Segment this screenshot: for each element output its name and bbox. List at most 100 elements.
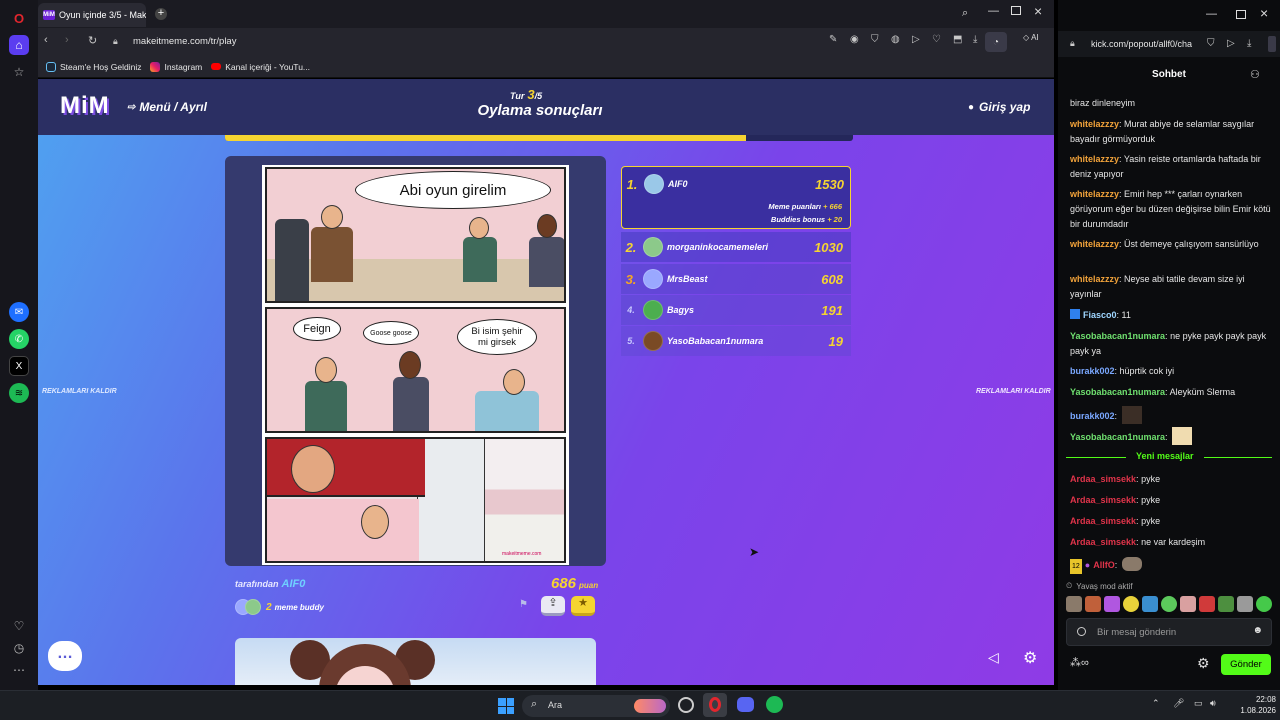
chat-username[interactable]: whitelazzzy — [1070, 119, 1119, 129]
opera-taskbar-button[interactable] — [703, 693, 727, 717]
play-icon[interactable]: ▷ — [1227, 38, 1235, 49]
emote-icon[interactable] — [1161, 596, 1177, 612]
mute-icon[interactable]: ◁ — [988, 649, 999, 666]
chat-username[interactable]: whitelazzzy — [1070, 274, 1119, 284]
chat-username[interactable]: AllfO — [1093, 560, 1115, 570]
camera-icon[interactable]: ◉ — [850, 34, 859, 45]
send-button[interactable]: Gönder — [1221, 654, 1271, 675]
start-icon[interactable] — [498, 698, 514, 714]
favorite-icon[interactable]: ♡ — [932, 34, 941, 45]
url-field[interactable]: makeitmeme.com/tr/play — [133, 36, 236, 47]
chat-username[interactable]: Ardaa_simsekk — [1070, 537, 1136, 547]
chat-maximize-button[interactable] — [1236, 10, 1246, 19]
chat-username[interactable]: Yasobabacan1numara — [1070, 432, 1165, 442]
download-icon[interactable]: ⤓ — [973, 34, 977, 45]
users-icon[interactable]: ⚇ — [1250, 68, 1260, 81]
meme-buddies[interactable]: 2 meme buddy — [235, 599, 324, 615]
reload-icon[interactable]: ↻ — [88, 34, 97, 47]
search-highlight-image — [634, 699, 666, 713]
emote-icon[interactable] — [1256, 596, 1272, 612]
emote-icon[interactable] — [1085, 596, 1101, 612]
share-button[interactable]: ⇪ — [541, 596, 565, 616]
x-icon[interactable]: X — [9, 356, 29, 376]
messenger-icon[interactable]: ✉ — [9, 302, 29, 322]
search-tabs-icon[interactable]: ⌕ — [962, 7, 968, 20]
microphone-icon[interactable]: 🎤︎ — [1173, 698, 1184, 709]
login-button[interactable]: ● Giriş yap — [968, 100, 1030, 114]
chat-username[interactable]: Ardaa_simsekk — [1070, 474, 1136, 484]
heart-icon[interactable]: ♡ — [9, 616, 29, 636]
like-button[interactable]: ★ — [571, 596, 595, 616]
pinboard-icon[interactable]: ☆ — [9, 62, 29, 82]
spotify-icon[interactable]: ≋ — [9, 383, 29, 403]
person-shape — [475, 391, 539, 431]
chat-username[interactable]: whitelazzzy — [1070, 239, 1119, 249]
chat-username[interactable]: burakk002 — [1070, 411, 1115, 421]
chat-username[interactable]: Ardaa_simsekk — [1070, 516, 1136, 526]
emote-icon[interactable] — [1237, 596, 1253, 612]
network-icon[interactable]: ▭ — [1194, 698, 1203, 709]
chat-username[interactable]: Fiasco0 — [1083, 310, 1117, 320]
shield-icon[interactable]: ⛉ — [871, 34, 879, 45]
volume-icon[interactable]: 🔊︎ — [1210, 698, 1216, 709]
chat-username[interactable]: Yasobabacan1numara — [1070, 387, 1165, 397]
new-tab-button[interactable]: + — [155, 8, 167, 20]
home-icon[interactable]: ⌂ — [9, 35, 29, 55]
emote-icon[interactable] — [1066, 596, 1082, 612]
download-icon[interactable]: ⤓ — [1247, 38, 1251, 49]
emote-icon[interactable] — [1218, 596, 1234, 612]
chat-username[interactable]: whitelazzzy — [1070, 154, 1119, 164]
emote-icon[interactable] — [1199, 596, 1215, 612]
chat-username[interactable]: whitelazzzy — [1070, 189, 1119, 199]
emote-icon[interactable] — [1180, 596, 1196, 612]
extensions-icon[interactable]: ⬒ — [953, 34, 962, 45]
shield-icon[interactable]: ⛉ — [1207, 38, 1215, 49]
whatsapp-icon[interactable]: ✆ — [9, 329, 29, 349]
history-icon[interactable]: ◷ — [9, 638, 29, 658]
taskbar-search[interactable]: ⌕ Ara — [522, 695, 670, 717]
discord-taskbar-icon[interactable] — [737, 697, 754, 712]
remove-ads-left[interactable]: REKLAMLARI KALDIR — [42, 388, 117, 395]
chat-url[interactable]: kick.com/popout/allf0/cha — [1091, 39, 1192, 49]
chat-username[interactable]: Yasobabacan1numara — [1070, 331, 1165, 341]
bookmark-steam[interactable]: Steam'e Hoş Geldiniz — [46, 61, 141, 72]
chat-close-button[interactable]: × — [1260, 5, 1268, 21]
settings-gear-icon[interactable]: ⚙ — [1023, 648, 1037, 668]
chat-username[interactable]: Ardaa_simsekk — [1070, 495, 1136, 505]
vpn-icon[interactable]: ◍ — [891, 34, 900, 45]
chat-username[interactable]: burakk002 — [1070, 366, 1115, 376]
forward-icon[interactable]: › — [65, 34, 69, 46]
minimize-button[interactable]: — — [988, 5, 999, 17]
game-logo[interactable]: MiM — [60, 92, 110, 120]
edit-icon[interactable]: ✎ — [829, 34, 837, 45]
chat-minimize-button[interactable]: — — [1206, 8, 1217, 20]
emote-icon[interactable] — [1142, 596, 1158, 612]
chat-bubble-icon[interactable]: … — [48, 641, 82, 671]
remove-ads-right[interactable]: REKLAMLARI KALDIR — [976, 388, 1051, 395]
bookmark-instagram[interactable]: Instagram — [150, 61, 202, 72]
play-icon[interactable]: ▷ — [912, 34, 920, 45]
close-button[interactable]: × — [1034, 3, 1042, 19]
menu-leave-button[interactable]: ⇨ Menü / Ayrıl — [127, 100, 207, 114]
report-flag-icon[interactable]: ⚑ — [519, 599, 528, 610]
gear-icon[interactable]: ⚙ — [1197, 655, 1210, 672]
author-name[interactable]: AIF0 — [282, 578, 306, 590]
more-icon[interactable]: ⋯ — [9, 660, 29, 680]
tab-active[interactable]: MiM Oyun içinde 3/5 - Make it — [38, 3, 146, 27]
back-icon[interactable]: ‹ — [44, 34, 48, 46]
chat-input[interactable]: Bir mesaj gönderin ☻ — [1066, 618, 1272, 646]
opera-logo-icon[interactable]: O — [9, 8, 29, 28]
emoji-icon[interactable]: ☻ — [1252, 625, 1263, 636]
maximize-button[interactable] — [1011, 6, 1021, 15]
emote-icon[interactable] — [1123, 596, 1139, 612]
chat-settings-icon[interactable]: ⁂∞ — [1070, 656, 1089, 669]
steam-taskbar-icon[interactable] — [678, 697, 694, 713]
ai-button[interactable]: ◇ AI — [1023, 33, 1039, 42]
profile-icon[interactable]: ◔ — [985, 32, 1007, 52]
clock[interactable]: 22:08 1.08.2026 — [1230, 694, 1276, 716]
tray-chevron-icon[interactable]: ⌃ — [1152, 698, 1160, 709]
spotify-taskbar-icon[interactable] — [766, 696, 783, 713]
chat-scrollbar-handle[interactable] — [1268, 36, 1276, 52]
emote-icon[interactable] — [1104, 596, 1120, 612]
bookmark-youtube[interactable]: Kanal içeriği - YouTu... — [211, 62, 310, 72]
